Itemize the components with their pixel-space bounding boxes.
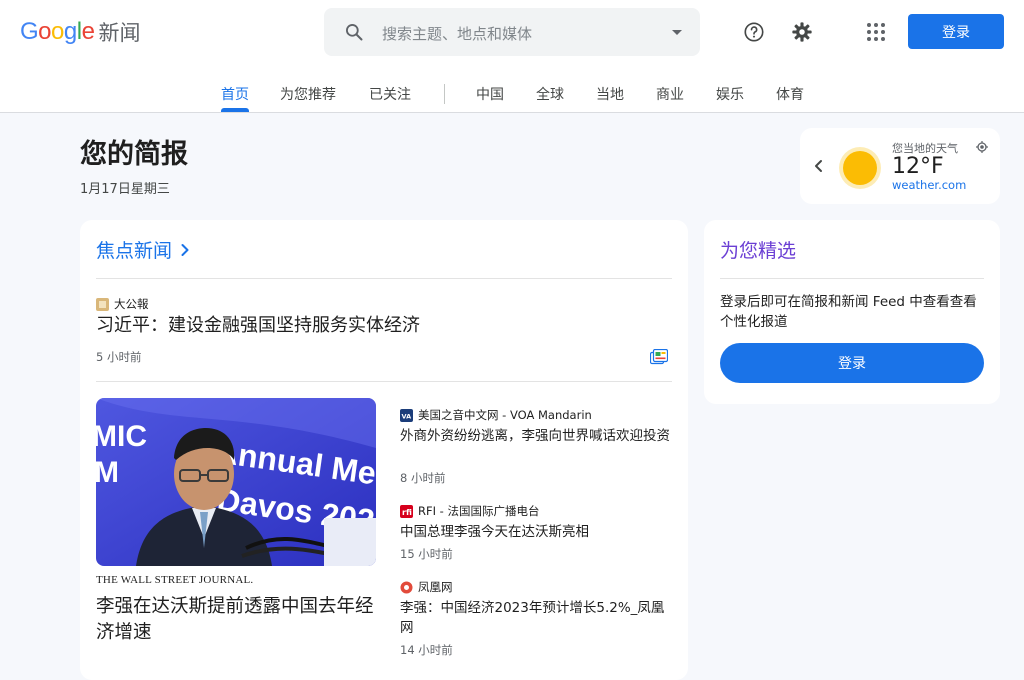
davos-photo: MIC M Annual Me Davos 2024 — [96, 398, 376, 566]
briefing-date: 1月17日星期三 — [80, 182, 170, 197]
tab-following[interactable]: 已关注 — [369, 84, 411, 104]
source-name: 大公報 — [114, 297, 149, 311]
lead-time: 5 小时前 — [96, 350, 142, 364]
tab-china[interactable]: 中国 — [476, 84, 504, 104]
logo-letter: G — [20, 18, 39, 45]
sun-icon — [839, 147, 881, 189]
related-source-3[interactable]: 凤凰网 — [400, 579, 453, 595]
help-icon — [744, 22, 764, 42]
related-time-2: 15 小时前 — [400, 547, 453, 561]
source-name: 凤凰网 — [418, 580, 453, 594]
nav-tabs: 首页 为您推荐 已关注 中国 全球 当地 商业 娱乐 体育 — [0, 80, 1024, 112]
page-title: 您的简报 — [80, 139, 188, 170]
lead-headline[interactable]: 习近平：建设金融强国坚持服务实体经济 — [96, 314, 636, 338]
related-source-1[interactable]: VA 美国之音中文网 - VOA Mandarin — [400, 407, 592, 423]
picks-title[interactable]: 为您精选 — [720, 236, 796, 263]
search-box[interactable]: 搜索主题、地点和媒体 — [324, 8, 700, 56]
search-input[interactable]: 搜索主题、地点和媒体 — [382, 23, 532, 44]
related-headline-1[interactable]: 外商外资纷纷逃离，李强向世界喊话欢迎投资 — [400, 426, 672, 446]
tab-home[interactable]: 首页 — [221, 84, 249, 104]
logo-word: Google — [20, 18, 95, 46]
google-news-logo[interactable]: Google 新闻 — [20, 16, 140, 48]
picks-sign-in-button[interactable]: 登录 — [720, 343, 984, 383]
tab-sports[interactable]: 体育 — [776, 84, 804, 104]
rfi-logo-icon: rfi — [400, 504, 413, 518]
svg-text:VA: VA — [402, 412, 412, 420]
settings-button[interactable] — [786, 16, 818, 48]
tab-for-you[interactable]: 为您推荐 — [280, 84, 336, 104]
related-headline-2[interactable]: 中国总理李强今天在达沃斯亮相 — [400, 522, 672, 542]
logo-suffix: 新闻 — [98, 21, 141, 45]
takungpao-logo-icon — [96, 297, 109, 311]
tab-entertainment[interactable]: 娱乐 — [716, 84, 744, 104]
top-stories-card: 焦点新闻 大公報 习近平：建设金融强国坚持服务实体经济 5 小时前 MIC M … — [80, 220, 688, 680]
feature-headline[interactable]: 李强在达沃斯提前透露中国去年经济增速 — [96, 594, 378, 646]
svg-text:M: M — [96, 456, 119, 489]
voa-logo-icon: VA — [400, 408, 413, 422]
logo-letter: o — [51, 18, 64, 45]
logo-letter: e — [81, 18, 95, 45]
weather-temperature: 12°F — [892, 154, 944, 179]
story-image[interactable]: MIC M Annual Me Davos 2024 — [96, 398, 376, 566]
tab-divider — [444, 84, 445, 104]
related-time-1: 8 小时前 — [400, 471, 446, 485]
picks-description: 登录后即可在简报和新闻 Feed 中查看查看个性化报道 — [720, 294, 977, 330]
ifeng-logo-icon — [400, 581, 413, 593]
gear-icon — [792, 22, 812, 42]
tab-world[interactable]: 全球 — [536, 84, 564, 104]
related-source-2[interactable]: rfi RFI - 法国国际广播电台 — [400, 503, 539, 519]
related-headline-3[interactable]: 李强：中国经济2023年预计增长5.2%_凤凰网 — [400, 598, 672, 638]
svg-text:rfi: rfi — [402, 508, 412, 517]
logo-letter: o — [38, 18, 52, 45]
wsj-masthead[interactable]: THE WALL STREET JOURNAL. — [96, 574, 253, 586]
weather-source-link[interactable]: weather.com — [892, 178, 966, 192]
lead-source[interactable]: 大公報 — [96, 296, 149, 312]
source-name: 美国之音中文网 - VOA Mandarin — [418, 408, 592, 422]
apps-grid-icon — [867, 23, 885, 41]
full-coverage-icon[interactable] — [650, 349, 668, 365]
top-stories-title: 焦点新闻 — [96, 240, 173, 262]
story-divider — [96, 381, 672, 382]
source-name: RFI - 法国国际广播电台 — [418, 504, 540, 518]
chevron-left-icon[interactable] — [812, 158, 826, 174]
chevron-down-icon[interactable] — [672, 30, 682, 35]
tab-business[interactable]: 商业 — [656, 84, 684, 104]
sign-in-button[interactable]: 登录 — [908, 14, 1004, 49]
tab-local[interactable]: 当地 — [596, 84, 624, 104]
picks-card: 为您精选 登录后即可在简报和新闻 Feed 中查看查看个性化报道 登录 — [704, 220, 1000, 404]
section-divider — [96, 278, 672, 279]
search-icon[interactable] — [344, 22, 364, 42]
location-icon[interactable] — [976, 141, 988, 153]
active-tab-indicator — [221, 108, 249, 112]
related-time-3: 14 小时前 — [400, 643, 453, 657]
chevron-right-icon — [181, 243, 189, 256]
help-button[interactable] — [738, 16, 770, 48]
section-divider — [720, 278, 984, 279]
top-stories-heading[interactable]: 焦点新闻 — [96, 236, 190, 263]
logo-letter: g — [63, 18, 77, 45]
weather-widget[interactable]: 您当地的天气 12°F weather.com — [800, 128, 1000, 204]
photo-text-1: MIC — [96, 420, 147, 453]
apps-button[interactable] — [860, 16, 892, 48]
